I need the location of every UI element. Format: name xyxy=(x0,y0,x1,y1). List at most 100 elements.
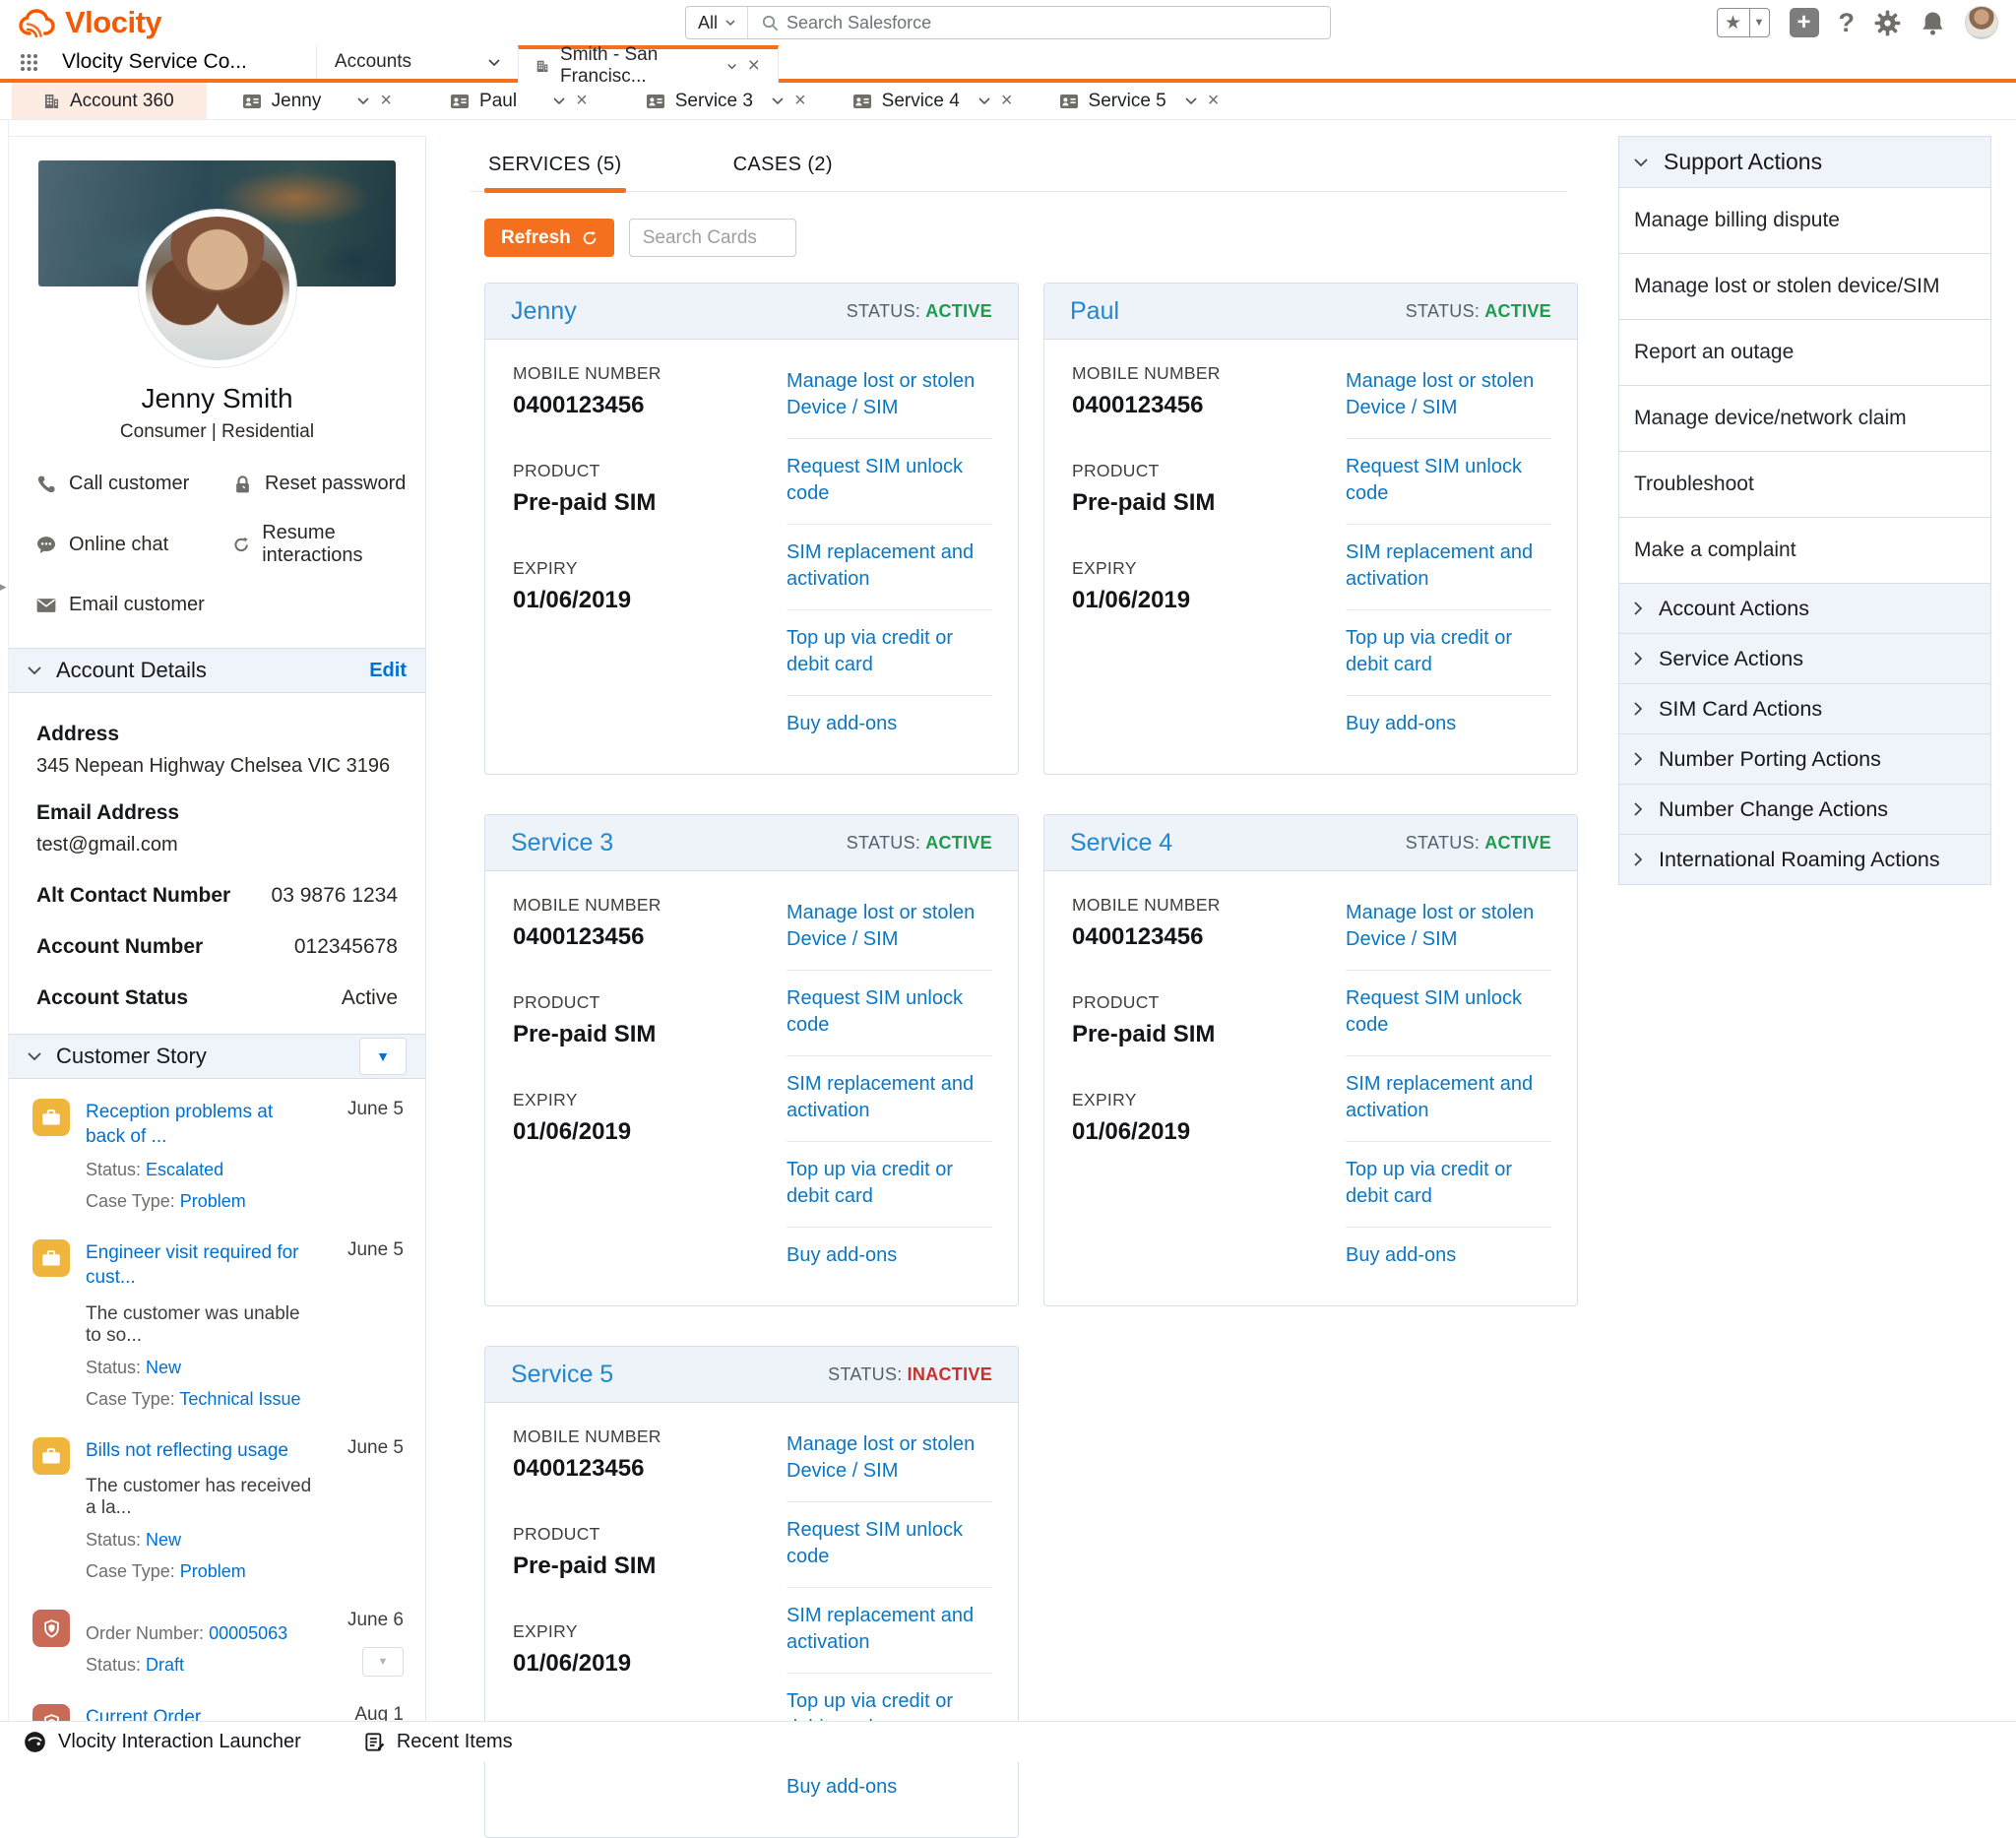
subtab-account-360[interactable]: Account 360 xyxy=(12,83,207,119)
story-title-link[interactable]: Bills not reflecting usage xyxy=(86,1439,317,1464)
section-number-porting-actions[interactable]: Number Porting Actions xyxy=(1618,734,1991,785)
user-avatar[interactable] xyxy=(1965,6,1998,39)
story-title-link[interactable]: Current Order xyxy=(86,1706,317,1721)
recent-items-button[interactable]: Recent Items xyxy=(364,1731,513,1753)
sim-replacement-link[interactable]: SIM replacement and activation xyxy=(787,1588,992,1674)
edit-account-details-link[interactable]: Edit xyxy=(369,660,407,682)
order-number-link[interactable]: 00005063 xyxy=(209,1623,287,1643)
support-actions-header[interactable]: Support Actions xyxy=(1618,136,1991,188)
case-type-link[interactable]: Technical Issue xyxy=(179,1389,300,1409)
top-up-link[interactable]: Top up via credit or debit card xyxy=(787,610,992,696)
request-sim-unlock-link[interactable]: Request SIM unlock code xyxy=(787,971,992,1056)
close-subtab-icon[interactable]: × xyxy=(1208,90,1220,112)
top-up-link[interactable]: Top up via credit or debit card xyxy=(1346,610,1551,696)
tab-accounts[interactable]: Accounts xyxy=(316,45,518,79)
section-service-actions[interactable]: Service Actions xyxy=(1618,634,1991,684)
story-title-link[interactable]: Engineer visit required for cust... xyxy=(86,1241,317,1290)
request-sim-unlock-link[interactable]: Request SIM unlock code xyxy=(1346,971,1551,1056)
manage-lost-stolen-link[interactable]: Manage lost or stolen Device / SIM xyxy=(787,366,992,439)
section-account-actions[interactable]: Account Actions xyxy=(1618,584,1991,634)
sim-replacement-link[interactable]: SIM replacement and activation xyxy=(787,525,992,610)
story-row-menu-button[interactable]: ▼ xyxy=(362,1647,404,1677)
action-manage-billing-dispute[interactable]: Manage billing dispute xyxy=(1618,188,1991,254)
call-customer-action[interactable]: Call customer xyxy=(36,473,233,495)
subtab-paul[interactable]: Paul × xyxy=(434,83,604,119)
close-subtab-icon[interactable]: × xyxy=(1001,90,1013,112)
global-search-input[interactable] xyxy=(787,13,1330,33)
sidebar-collapse-arrow[interactable]: ▸ xyxy=(0,579,7,595)
top-up-link[interactable]: Top up via credit or debit card xyxy=(787,1142,992,1228)
tab-record-smith[interactable]: Smith - San Francisc... × xyxy=(518,45,779,83)
request-sim-unlock-link[interactable]: Request SIM unlock code xyxy=(787,439,992,525)
action-report-outage[interactable]: Report an outage xyxy=(1618,320,1991,386)
action-manage-lost-stolen[interactable]: Manage lost or stolen device/SIM xyxy=(1618,254,1991,320)
chevron-down-icon[interactable] xyxy=(357,97,369,104)
reset-password-action[interactable]: Reset password xyxy=(233,473,415,495)
case-type-link[interactable]: Problem xyxy=(180,1561,246,1581)
quick-create-icon[interactable]: + xyxy=(1790,8,1819,37)
manage-lost-stolen-link[interactable]: Manage lost or stolen Device / SIM xyxy=(1346,898,1551,971)
online-chat-action[interactable]: Online chat xyxy=(36,522,233,567)
subtab-jenny[interactable]: Jenny × xyxy=(226,83,409,119)
service-card-title[interactable]: Jenny xyxy=(511,297,577,326)
account-details-header[interactable]: Account Details Edit xyxy=(9,648,425,693)
status-value-link[interactable]: New xyxy=(146,1358,181,1377)
help-icon[interactable]: ? xyxy=(1839,8,1856,38)
service-card-title[interactable]: Service 3 xyxy=(511,829,613,857)
close-tab-icon[interactable]: × xyxy=(748,54,760,78)
tab-services[interactable]: SERVICES (5) xyxy=(484,136,626,191)
tab-cases[interactable]: CASES (2) xyxy=(729,136,837,191)
case-type-link[interactable]: Problem xyxy=(180,1191,246,1211)
action-troubleshoot[interactable]: Troubleshoot xyxy=(1618,452,1991,518)
request-sim-unlock-link[interactable]: Request SIM unlock code xyxy=(787,1502,992,1588)
sim-replacement-link[interactable]: SIM replacement and activation xyxy=(1346,1056,1551,1142)
chevron-down-icon[interactable] xyxy=(553,97,565,104)
section-international-roaming-actions[interactable]: International Roaming Actions xyxy=(1618,835,1991,885)
notifications-bell-icon[interactable] xyxy=(1921,10,1945,36)
chevron-down-icon[interactable] xyxy=(978,97,990,104)
favorites-star-icon[interactable]: ★ xyxy=(1718,9,1749,36)
buy-addons-link[interactable]: Buy add-ons xyxy=(1346,1228,1551,1286)
manage-lost-stolen-link[interactable]: Manage lost or stolen Device / SIM xyxy=(1346,366,1551,439)
sim-replacement-link[interactable]: SIM replacement and activation xyxy=(787,1056,992,1142)
search-cards-input[interactable] xyxy=(629,219,796,257)
action-manage-device-claim[interactable]: Manage device/network claim xyxy=(1618,386,1991,452)
buy-addons-link[interactable]: Buy add-ons xyxy=(787,696,992,754)
email-customer-action[interactable]: Email customer xyxy=(36,594,233,616)
manage-lost-stolen-link[interactable]: Manage lost or stolen Device / SIM xyxy=(787,1429,992,1502)
status-value-link[interactable]: Draft xyxy=(146,1655,184,1675)
status-value-link[interactable]: Escalated xyxy=(146,1160,223,1179)
request-sim-unlock-link[interactable]: Request SIM unlock code xyxy=(1346,439,1551,525)
customer-story-filter-button[interactable]: ▼ xyxy=(359,1038,407,1075)
action-make-complaint[interactable]: Make a complaint xyxy=(1618,518,1991,584)
section-number-change-actions[interactable]: Number Change Actions xyxy=(1618,785,1991,835)
manage-lost-stolen-link[interactable]: Manage lost or stolen Device / SIM xyxy=(787,898,992,971)
subtab-service-3[interactable]: Service 3 × xyxy=(630,83,823,119)
subtab-service-5[interactable]: Service 5 × xyxy=(1043,83,1236,119)
chevron-down-icon[interactable] xyxy=(727,63,736,70)
service-card-title[interactable]: Paul xyxy=(1070,297,1119,326)
close-subtab-icon[interactable]: × xyxy=(380,90,392,112)
chevron-down-icon[interactable] xyxy=(772,97,784,104)
section-sim-card-actions[interactable]: SIM Card Actions xyxy=(1618,684,1991,734)
search-scope-dropdown[interactable]: All xyxy=(686,7,748,38)
close-subtab-icon[interactable]: × xyxy=(576,90,588,112)
favorites-caret-icon[interactable]: ▼ xyxy=(1749,9,1769,36)
refresh-button[interactable]: Refresh xyxy=(484,219,614,257)
sim-replacement-link[interactable]: SIM replacement and activation xyxy=(1346,525,1551,610)
chevron-down-icon[interactable] xyxy=(488,59,500,66)
customer-story-header[interactable]: Customer Story ▼ xyxy=(9,1034,425,1079)
app-name[interactable]: Vlocity Service Co... xyxy=(48,45,316,79)
buy-addons-link[interactable]: Buy add-ons xyxy=(787,1228,992,1286)
favorites-button-group[interactable]: ★ ▼ xyxy=(1717,8,1770,37)
resume-interactions-action[interactable]: Resume interactions xyxy=(233,522,415,567)
setup-gear-icon[interactable] xyxy=(1874,10,1901,36)
interaction-launcher-button[interactable]: Vlocity Interaction Launcher xyxy=(24,1731,301,1753)
buy-addons-link[interactable]: Buy add-ons xyxy=(787,1759,992,1817)
close-subtab-icon[interactable]: × xyxy=(794,90,806,112)
service-card-title[interactable]: Service 5 xyxy=(511,1361,613,1389)
service-card-title[interactable]: Service 4 xyxy=(1070,829,1172,857)
top-up-link[interactable]: Top up via credit or debit card xyxy=(1346,1142,1551,1228)
chevron-down-icon[interactable] xyxy=(1185,97,1197,104)
status-value-link[interactable]: New xyxy=(146,1530,181,1550)
